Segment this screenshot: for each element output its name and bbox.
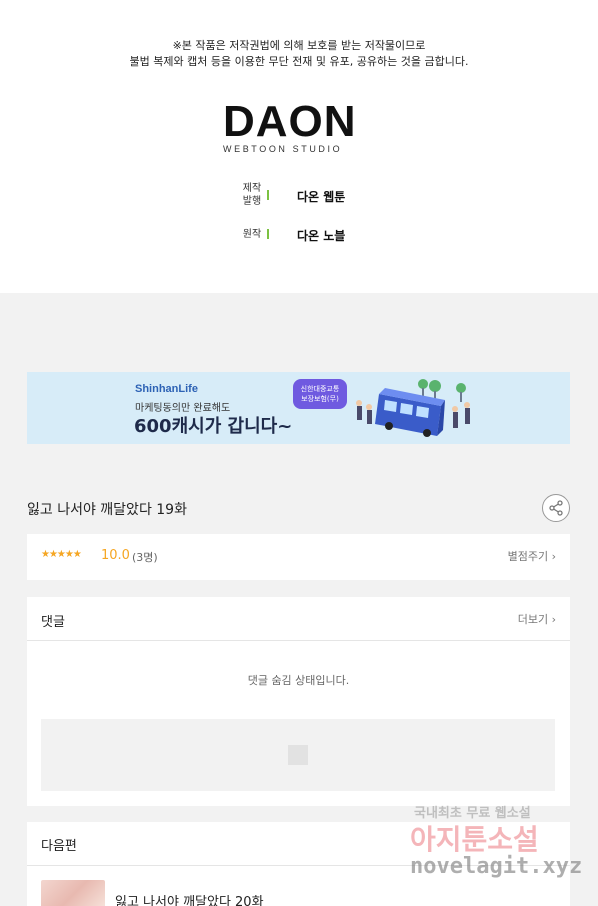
rating-score: 10.0 [101, 548, 130, 563]
banner-brand: ShinhanLife [135, 383, 198, 395]
next-episode-thumbnail[interactable] [41, 880, 105, 906]
rating-card: ★★★★★ 10.0 (3명) 별점주기 › [27, 534, 570, 580]
copyright-header: ※본 작품은 저작권법에 의해 보호를 받는 저작물이므로 불법 복제와 캡처 … [0, 0, 598, 293]
share-button[interactable] [542, 494, 570, 522]
image-placeholder-icon [288, 745, 308, 765]
credit-production: 제작 발행 다온 웹툰 [0, 180, 598, 210]
comments-more-link[interactable]: 더보기 › [518, 611, 556, 627]
ad-banner[interactable]: ShinhanLife 마케팅동의만 완료해도 600캐시가 갑니다~ 신한대중… [27, 372, 570, 444]
rating-count: (3명) [132, 551, 158, 564]
logo-text: DAON [223, 97, 357, 146]
comment-placeholder-box [41, 719, 555, 791]
next-episode-title[interactable]: 잃고 나서야 깨달았다 20화 [115, 891, 264, 906]
rating-stars: ★★★★★ [41, 549, 82, 560]
episode-title-row: 잃고 나서야 깨달았다 19화 [27, 492, 570, 524]
credit-original: 원작 다온 노블 [0, 222, 598, 252]
comments-section: 댓글 더보기 › 댓글 숨김 상태입니다. [27, 597, 570, 806]
next-episode-header: 다음편 [27, 822, 570, 866]
daon-logo: DAON WEBTOON STUDIO [223, 97, 371, 155]
episode-title: 잃고 나서야 깨달았다 19화 [27, 502, 187, 518]
credit-divider [267, 229, 269, 239]
credit-divider [267, 190, 269, 200]
bus-illustration-icon [356, 379, 470, 437]
comments-hidden-message: 댓글 숨김 상태입니다. [247, 674, 350, 687]
banner-badge-line2: 보장보험(무) [301, 395, 339, 403]
rate-button[interactable]: 별점주기 › [508, 548, 556, 564]
credit-label-line1: 제작 [242, 183, 262, 194]
credit-label-line2: 발행 [242, 196, 262, 207]
copyright-notice-line1: ※본 작품은 저작권법에 의해 보호를 받는 저작물이므로 [172, 39, 426, 52]
next-episode-section: 다음편 잃고 나서야 깨달았다 20화 [27, 822, 570, 906]
credit-value: 다온 웹툰 [297, 190, 346, 204]
banner-badge: 신한대중교통 보장보험(무) [293, 379, 347, 409]
banner-headline: 600캐시가 갑니다~ [134, 416, 293, 437]
credit-value: 다온 노블 [297, 229, 346, 243]
comments-header: 댓글 더보기 › [27, 597, 570, 641]
share-icon [549, 500, 563, 516]
comments-title: 댓글 [41, 615, 65, 630]
banner-badge-line1: 신한대중교통 [300, 385, 340, 393]
next-episode-label: 다음편 [41, 839, 77, 854]
copyright-notice-line2: 불법 복제와 캡처 등을 이용한 무단 전재 및 유포, 공유하는 것을 금합니… [129, 55, 469, 68]
credit-label: 원작 [242, 229, 262, 240]
